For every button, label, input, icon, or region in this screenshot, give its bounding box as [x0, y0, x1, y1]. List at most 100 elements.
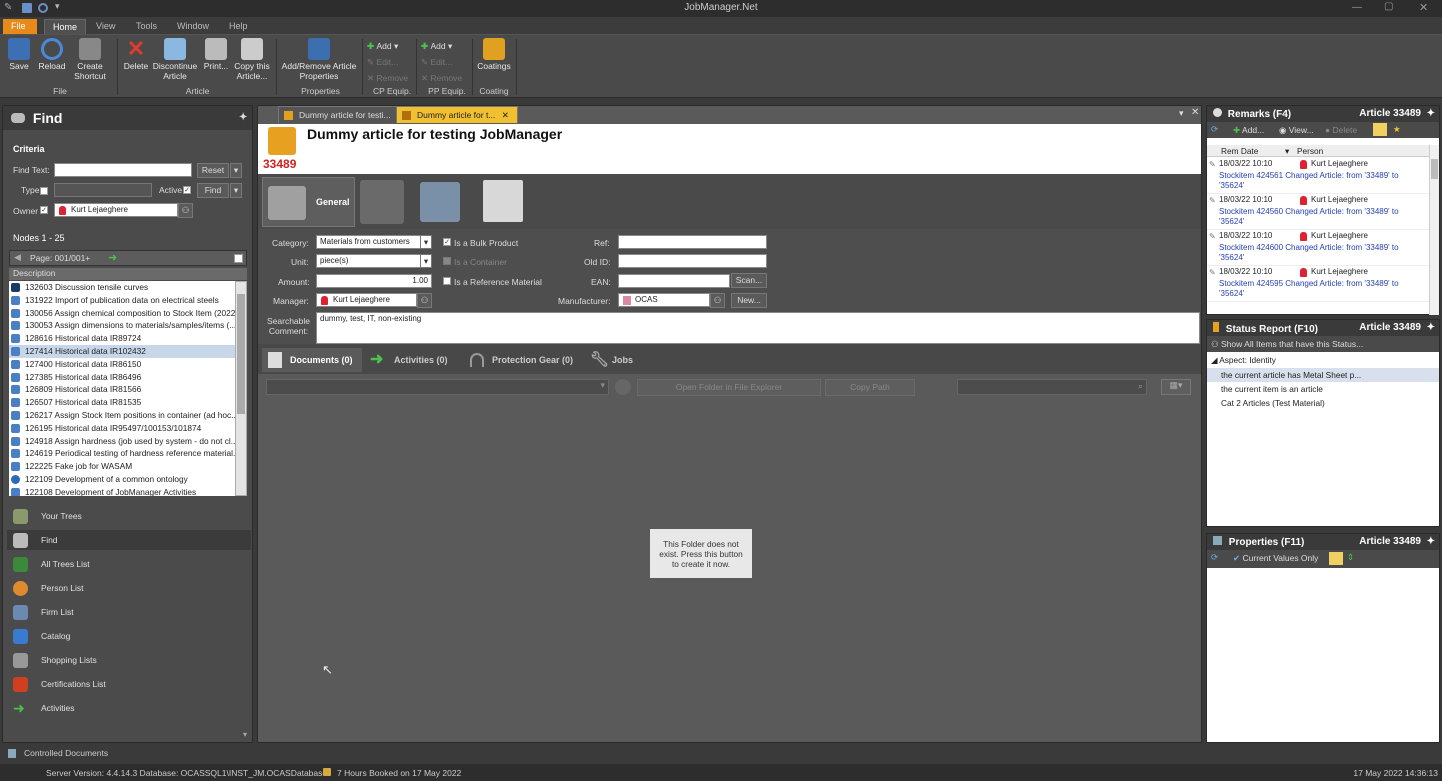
menu-window[interactable]: Window	[169, 19, 217, 34]
col-person[interactable]: Person	[1297, 146, 1323, 156]
tab-list-dropdown-icon[interactable]: ▾	[1179, 108, 1184, 119]
filter-icon[interactable]	[1329, 552, 1343, 565]
prev-page-icon[interactable]: ◀	[14, 252, 21, 263]
list-item[interactable]: 131922 Import of publication data on ele…	[9, 294, 235, 307]
cp-edit-button[interactable]: ✎ Edit...	[367, 55, 398, 69]
open-folder-button[interactable]: Open Folder in File Explorer	[637, 379, 821, 396]
select-all-checkbox[interactable]	[234, 254, 243, 263]
list-item[interactable]: 127400 Historical data IR86150	[9, 358, 235, 371]
pp-edit-button[interactable]: ✎ Edit...	[421, 55, 452, 69]
menu-help[interactable]: Help	[221, 19, 256, 34]
remark-item[interactable]: ✎ 18/03/22 10:10 Kurt Lejaeghere Stockitem …	[1207, 158, 1429, 194]
menu-tools[interactable]: Tools	[128, 19, 165, 34]
delete-button[interactable]: ✕ Delete	[121, 38, 151, 72]
find-text-input[interactable]	[54, 163, 192, 177]
nav-certifications-list[interactable]: Certifications List	[13, 674, 245, 694]
active-checkbox[interactable]: ✓	[183, 186, 191, 194]
current-values-toggle[interactable]: ✔ Current Values Only	[1233, 553, 1318, 564]
subtab-boxes-icon[interactable]	[420, 182, 460, 222]
tab-jobs[interactable]: 🔧︎ Jobs	[584, 348, 644, 372]
document-search-input[interactable]: ⌕	[957, 379, 1147, 395]
controlled-documents-bar[interactable]: Controlled Documents	[0, 745, 255, 762]
list-item[interactable]: 128616 Historical data IR89724	[9, 332, 235, 345]
type-select[interactable]	[54, 183, 152, 197]
copy-article-button[interactable]: Copy this Article...	[232, 38, 272, 81]
print-button[interactable]: Print...	[201, 38, 231, 71]
tab-activities[interactable]: ➜ Activities (0)	[366, 348, 462, 372]
tab-close-icon[interactable]: ✕	[502, 110, 509, 120]
owner-checkbox[interactable]: ✓	[40, 206, 48, 214]
show-all-button[interactable]: ⚇ Show All Items that have this Status..…	[1211, 339, 1363, 350]
manager-input[interactable]: Kurt Lejaeghere	[316, 293, 417, 307]
category-dropdown[interactable]: ▾	[420, 235, 432, 249]
add-remark-button[interactable]: ✚ Add...	[1233, 125, 1264, 136]
delete-remark-button[interactable]: ● Delete	[1325, 125, 1357, 135]
remark-item[interactable]: ✎ 18/03/22 10:10 Kurt Lejaeghere Stockitem …	[1207, 230, 1429, 266]
subtab-general[interactable]: General	[262, 177, 355, 227]
remark-item[interactable]: ✎ 18/03/22 10:10 Kurt Lejaeghere Stockitem …	[1207, 194, 1429, 230]
ref-input[interactable]	[618, 235, 767, 249]
nav-your-trees[interactable]: Your Trees	[13, 506, 245, 526]
pin-icon[interactable]: ✦	[239, 112, 247, 123]
pin-icon[interactable]: ✦	[1427, 108, 1435, 119]
refresh-icon[interactable]: ⟳	[1211, 552, 1218, 563]
remarks-list[interactable]: ✎ 18/03/22 10:10 Kurt Lejaeghere Stockitem …	[1207, 158, 1429, 314]
unit-select[interactable]: piece(s)	[316, 254, 422, 268]
list-item[interactable]: 126217 Assign Stock Item positions in co…	[9, 409, 235, 422]
folder-path-select[interactable]: ▾	[266, 379, 609, 395]
manager-search-button[interactable]: ⚇	[417, 293, 432, 308]
remarks-scrollbar-thumb[interactable]	[1431, 159, 1438, 179]
nav-shopping-lists[interactable]: Shopping Lists	[13, 650, 245, 670]
nav-catalog[interactable]: Catalog	[13, 626, 245, 646]
save-button[interactable]: Save	[4, 38, 34, 71]
nav-firm-list[interactable]: Firm List	[13, 602, 245, 622]
arrow-icon[interactable]: ⇕	[1347, 552, 1354, 563]
manufacturer-input[interactable]: OCAS	[618, 293, 710, 307]
pp-add-button[interactable]: ✚ Add ▾	[421, 39, 452, 53]
copy-path-button[interactable]: Copy Path	[825, 379, 915, 396]
list-item[interactable]: 127385 Historical data IR86496	[9, 371, 235, 384]
cp-remove-button[interactable]: ✕ Remove	[367, 71, 408, 85]
reference-material-checkbox[interactable]	[443, 277, 451, 285]
nav-find[interactable]: Find	[7, 530, 251, 550]
close-icon[interactable]: ✕	[1419, 1, 1428, 14]
subtab-tools-icon[interactable]	[360, 180, 404, 224]
minimize-icon[interactable]: —	[1352, 2, 1362, 13]
list-item[interactable]: 130056 Assign chemical composition to St…	[9, 307, 235, 320]
remarks-scrollbar[interactable]	[1429, 145, 1439, 315]
tab-documents[interactable]: Documents (0)	[262, 348, 362, 372]
status-list[interactable]: the current article has Metal Sheet p...…	[1207, 368, 1439, 410]
star-icon[interactable]: ★	[1393, 124, 1401, 135]
status-item[interactable]: the current article has Metal Sheet p...	[1207, 368, 1439, 382]
discontinue-article-button[interactable]: Discontinue Article	[150, 38, 200, 81]
pin-icon[interactable]: ✦	[1427, 536, 1435, 547]
tab-article-2[interactable]: Dummy article for t... ✕	[396, 106, 518, 123]
list-item[interactable]: 130053 Assign dimensions to materials/sa…	[9, 319, 235, 332]
cp-add-button[interactable]: ✚ Add ▾	[367, 39, 398, 53]
tab-article-1[interactable]: Dummy article for testi...	[278, 106, 400, 123]
bulk-product-checkbox[interactable]: ✓	[443, 238, 451, 246]
manufacturer-search-button[interactable]: ⚇	[710, 293, 725, 308]
list-item[interactable]: 122108 Development of JobManager Activit…	[9, 486, 235, 496]
folder-icon-button[interactable]	[615, 379, 631, 395]
list-item[interactable]: 122225 Fake job for WASAM	[9, 460, 235, 473]
unit-dropdown[interactable]: ▾	[420, 254, 432, 268]
list-scrollbar[interactable]	[235, 281, 247, 496]
menu-file[interactable]: File	[3, 19, 37, 34]
list-column-header[interactable]: Description	[9, 268, 247, 280]
list-item[interactable]: 122109 Development of a common ontology	[9, 473, 235, 486]
owner-input[interactable]: Kurt Lejaeghere	[54, 203, 178, 217]
menu-home[interactable]: Home	[44, 19, 87, 34]
editor-close-icon[interactable]: ✕	[1191, 107, 1199, 118]
create-shortcut-button[interactable]: Create Shortcut	[70, 38, 110, 81]
status-item[interactable]: the current item is an article	[1207, 382, 1439, 396]
create-folder-button[interactable]: This Folder does not exist. Press this b…	[650, 529, 752, 578]
find-results-list[interactable]: 132603 Discussion tensile curves 131922 I…	[9, 281, 235, 496]
ean-input[interactable]	[618, 274, 730, 288]
add-remove-properties-button[interactable]: Add/Remove Article Properties	[279, 38, 359, 81]
reset-button[interactable]: Reset	[197, 163, 229, 178]
list-item[interactable]: 132603 Discussion tensile curves	[9, 281, 235, 294]
find-button[interactable]: Find	[197, 183, 229, 198]
col-rem-date[interactable]: Rem Date	[1221, 146, 1258, 156]
subtab-list-icon[interactable]	[483, 180, 523, 222]
